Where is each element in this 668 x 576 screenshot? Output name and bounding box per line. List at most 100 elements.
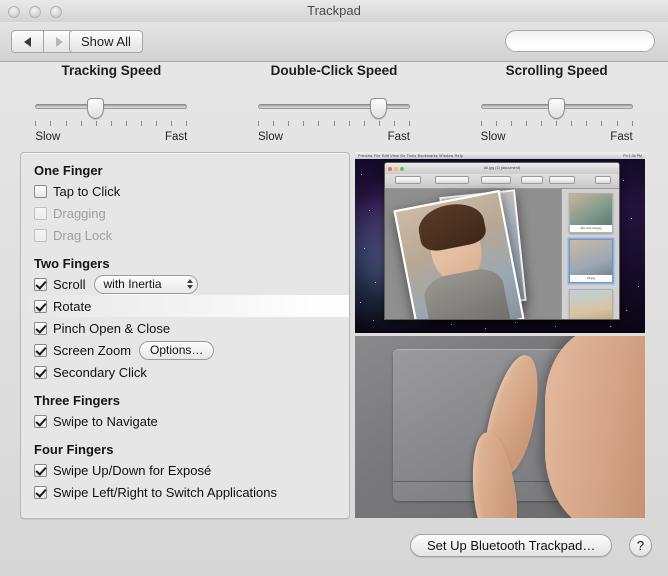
slider-min-label: Slow	[35, 131, 61, 143]
gesture-row[interactable]: Secondary Click	[21, 361, 349, 383]
gesture-row[interactable]: Swipe to Navigate	[21, 410, 349, 432]
window-title: Trackpad	[307, 3, 361, 18]
search-input[interactable]	[513, 34, 668, 48]
gesture-row[interactable]: Rotate	[21, 295, 349, 317]
gesture-group-heading: Four Fingers	[34, 442, 114, 457]
wallpaper-star	[485, 328, 486, 329]
slider-max-label: Fast	[387, 131, 410, 143]
search-field[interactable]	[505, 30, 668, 52]
checkbox-rotate[interactable]	[34, 299, 47, 313]
slider-ticks	[480, 121, 633, 127]
slider-tick	[378, 121, 380, 126]
slider-thumb[interactable]	[87, 98, 105, 119]
popup-selected-value: with Inertia	[103, 277, 162, 291]
slider-tick	[95, 121, 97, 126]
slider-tick	[50, 121, 52, 126]
slider-0[interactable]	[35, 93, 188, 133]
checkbox-tap-to-click[interactable]	[34, 184, 47, 198]
gesture-row-label: Swipe Up/Down for Exposé	[53, 462, 212, 478]
wallpaper-star	[451, 324, 452, 325]
checkbox-scroll[interactable]	[34, 277, 47, 291]
slider-group-2: Scrolling Speed Slow Fast	[445, 63, 668, 143]
set-up-bluetooth-trackpad-button[interactable]: Set Up Bluetooth Trackpad…	[410, 534, 613, 557]
slider-thumb[interactable]	[547, 98, 565, 119]
demo-thumb-caption: all.jpg	[587, 276, 595, 280]
gesture-row[interactable]: Swipe Up/Down for Exposé	[21, 459, 349, 481]
wallpaper-star	[610, 326, 611, 327]
demo-app-sidebar: abc and ara.jpg all.jpg	[561, 189, 619, 319]
checkbox-pinch-open-close[interactable]	[34, 321, 47, 335]
slider-track[interactable]	[258, 104, 410, 109]
slider-1[interactable]	[258, 93, 410, 133]
slider-tick	[348, 121, 350, 126]
slider-end-labels: Slow Fast	[258, 131, 410, 143]
checkbox-dragging	[34, 206, 47, 220]
gesture-group-heading: One Finger	[34, 163, 103, 178]
slider-tick	[601, 121, 603, 126]
slider-title: Double-Click Speed	[270, 63, 398, 78]
checkbox-swipe-to-navigate[interactable]	[34, 414, 47, 428]
gesture-row[interactable]: Drag Lock	[21, 224, 349, 246]
slider-tick	[393, 121, 395, 126]
gesture-row[interactable]: Scroll with Inertia	[21, 273, 349, 295]
wallpaper-star	[361, 174, 362, 175]
demo-app-body: abc and ara.jpg all.jpg	[385, 189, 619, 319]
scroll-mode-popup-button[interactable]: with Inertia	[93, 274, 198, 294]
checkbox-drag-lock	[34, 228, 47, 242]
slider-min-label: Slow	[258, 131, 283, 143]
chevron-right-icon	[55, 36, 63, 47]
slider-track[interactable]	[35, 104, 188, 109]
checkbox-swipe-left-right-to-switch-applications[interactable]	[34, 485, 47, 499]
slider-tick	[586, 121, 588, 126]
slider-tick	[186, 121, 188, 126]
show-all-button[interactable]: Show All	[69, 30, 143, 53]
slider-tick	[288, 121, 290, 126]
wallpaper-star	[626, 310, 627, 311]
chevron-left-icon	[24, 36, 31, 47]
slider-tick	[110, 121, 112, 126]
wallpaper-star	[638, 286, 639, 287]
gesture-row[interactable]: Tap to Click	[21, 180, 349, 202]
wallpaper-star	[360, 302, 361, 303]
gesture-row-label: Swipe Left/Right to Switch Applications	[53, 484, 278, 500]
checkbox-swipe-up-down-for-expos[interactable]	[34, 463, 47, 477]
slider-group-0: Tracking Speed Slow Fast	[0, 63, 223, 143]
gesture-group-heading: Three Fingers	[34, 393, 120, 408]
wallpaper-star	[515, 322, 516, 323]
slider-2[interactable]	[480, 93, 633, 133]
slider-tick	[333, 121, 335, 126]
slider-tick	[273, 121, 275, 126]
gesture-row-label: Swipe to Navigate	[53, 413, 158, 429]
back-button[interactable]	[11, 30, 43, 53]
slider-thumb[interactable]	[370, 98, 388, 119]
hand-palm	[545, 336, 645, 518]
gesture-row[interactable]: Swipe Left/Right to Switch Applications	[21, 481, 349, 503]
gesture-row[interactable]: Screen Zoom Options…	[21, 339, 349, 361]
window-titlebar: Trackpad	[0, 0, 668, 22]
slider-title: Tracking Speed	[61, 63, 162, 78]
gesture-row[interactable]: Pinch Open & Close	[21, 317, 349, 339]
checkbox-secondary-click[interactable]	[34, 365, 47, 379]
screen-zoom-options-button[interactable]: Options…	[139, 340, 215, 360]
slider-tick	[510, 121, 512, 126]
gesture-row-label: Scroll	[53, 276, 86, 292]
speed-sliders: Tracking Speed Slow Fast Double-Click Speed…	[0, 63, 668, 143]
slider-tick	[556, 121, 558, 126]
demo-app-window-title: All.jpg (1) (document)	[483, 166, 521, 170]
toolbar: Show All	[0, 22, 668, 62]
slider-tick	[318, 121, 320, 126]
slider-ticks	[35, 121, 188, 127]
gesture-row-label: Screen Zoom	[53, 342, 132, 358]
slider-tick	[631, 121, 633, 126]
slider-end-labels: Slow Fast	[481, 131, 633, 143]
gesture-options-panel: One Finger Tap to Click Dragging Drag Lock T…	[20, 152, 350, 519]
slider-group-1: Double-Click Speed Slow Fast	[223, 63, 446, 143]
slider-tick	[35, 121, 37, 126]
trackpad-preferences-window: Trackpad Show All Tracking Speed Slow Fast…	[0, 0, 668, 576]
gesture-row-label: Rotate	[53, 298, 92, 314]
checkbox-screen-zoom[interactable]	[34, 343, 47, 357]
help-button[interactable]: ?	[629, 534, 652, 557]
wallpaper-star	[369, 210, 370, 211]
gesture-row[interactable]: Dragging	[21, 202, 349, 224]
slider-tick	[141, 121, 143, 126]
